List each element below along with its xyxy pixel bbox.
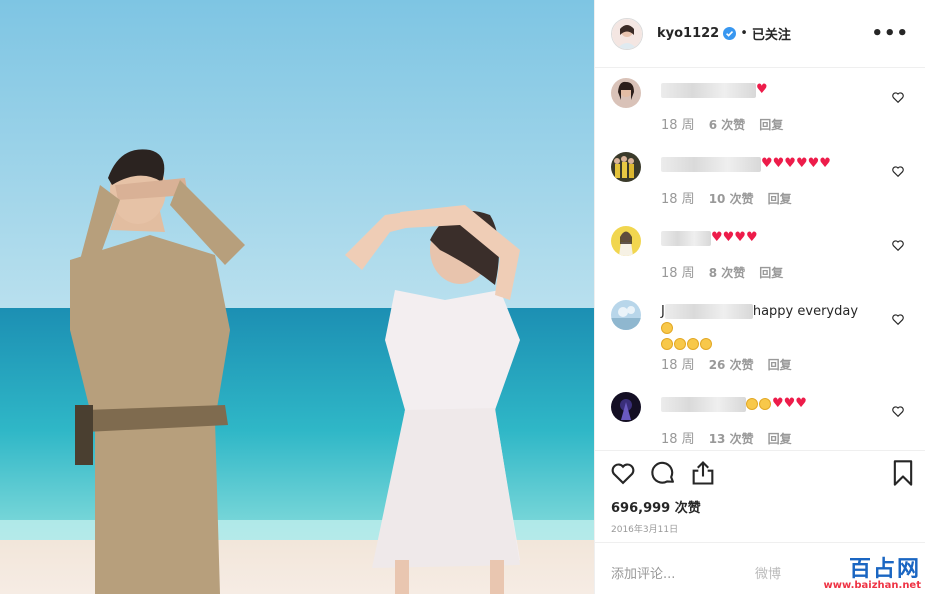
comment-likes[interactable]: 26 次赞 [709, 358, 754, 372]
site-watermark: 百占网 www.baizhan.net [824, 551, 922, 591]
post-actions: 696,999 次赞 2016年3月11日 [595, 450, 925, 543]
commenter-avatar[interactable] [611, 226, 641, 256]
comment-item: ♥♥♥ 18 周 13 次赞 回复 [611, 392, 909, 450]
comment-heart-icon[interactable] [891, 238, 905, 252]
share-icon[interactable] [689, 459, 717, 487]
comment-heart-icon[interactable] [891, 164, 905, 178]
commenter-avatar[interactable] [611, 392, 641, 422]
reply-button[interactable]: 回复 [768, 192, 792, 206]
watermark-site-name: 百占网 [848, 556, 921, 582]
comment-likes[interactable]: 8 次赞 [709, 266, 746, 280]
like-count[interactable]: 696,999 次赞 [611, 497, 701, 516]
comment-hearts: ♥♥♥♥♥♥ [761, 156, 831, 171]
reply-button[interactable]: 回复 [768, 358, 792, 372]
comments-list: ♥ 18 周6 次赞 回复 ♥♥♥♥♥♥ 18 周 10 次赞 回复 ♥♥♥♥ … [595, 68, 925, 450]
smile-emoji [661, 321, 673, 334]
comment-meta: 18 周 10 次赞 回复 [661, 188, 792, 207]
commenter-avatar[interactable] [611, 300, 641, 330]
comment-likes[interactable]: 10 次赞 [709, 192, 754, 206]
post-header: kyo1122 • 已关注 ••• [595, 0, 925, 68]
comment-meta: 18 周 8 次赞 回复 [661, 262, 783, 281]
reply-button[interactable]: 回复 [768, 432, 792, 446]
comment-time[interactable]: 18 周 [661, 266, 695, 281]
cry-emoji [759, 398, 771, 410]
beach-photo-illustration [0, 0, 594, 594]
blurred-username [661, 82, 756, 98]
comment-heart-icon[interactable] [891, 90, 905, 104]
comment-likes[interactable]: 6 次赞 [709, 118, 746, 132]
author-username[interactable]: kyo1122 [657, 26, 719, 41]
author-avatar[interactable] [611, 17, 643, 50]
verified-icon [723, 27, 737, 40]
smile-emoji [687, 337, 699, 350]
comment-time[interactable]: 18 周 [661, 192, 695, 207]
comment-heart-icon[interactable] [891, 312, 905, 326]
bookmark-icon[interactable] [889, 459, 917, 487]
comment-body: happy everyday [752, 304, 859, 319]
comment-heart-icon[interactable] [891, 404, 905, 418]
comment-likes[interactable]: 13 次赞 [709, 432, 754, 446]
comment-meta: 18 周 13 次赞 回复 [661, 428, 792, 447]
post-photo[interactable] [0, 0, 594, 594]
commenter-avatar[interactable] [611, 78, 641, 108]
comment-time[interactable]: 18 周 [661, 432, 695, 447]
blurred-username [664, 304, 753, 319]
cry-emoji [746, 398, 758, 410]
comment-hearts: ♥♥♥ [772, 396, 807, 411]
comment-text: Jhappy everyday [661, 304, 866, 352]
smile-emoji [661, 337, 673, 350]
comment-text: ♥♥♥♥ [661, 230, 866, 247]
comment-item: ♥♥♥♥♥♥ 18 周 10 次赞 回复 [611, 152, 909, 212]
blurred-username [661, 396, 746, 412]
comment-hearts: ♥♥♥♥ [711, 230, 758, 245]
blurred-username [661, 156, 761, 172]
weibo-watermark: 微博 [755, 567, 782, 582]
watermark-site-url: www.baizhan.net [823, 580, 922, 591]
smile-emoji [674, 337, 686, 350]
comment-time[interactable]: 18 周 [661, 118, 695, 133]
smile-emoji [700, 337, 712, 350]
comment-text: ♥♥♥ [661, 396, 866, 413]
comment-time[interactable]: 18 周 [661, 358, 695, 373]
blurred-username [661, 230, 711, 246]
reply-button[interactable]: 回复 [759, 118, 783, 132]
heart-icon[interactable] [609, 459, 637, 487]
comment-icon[interactable] [649, 459, 677, 487]
reply-button[interactable]: 回复 [759, 266, 783, 280]
comment-hearts: ♥ [756, 82, 768, 97]
more-icon[interactable]: ••• [871, 23, 909, 44]
comment-text: ♥♥♥♥♥♥ [661, 156, 866, 173]
separator-dot: • [740, 26, 748, 41]
follow-status-button[interactable]: 已关注 [752, 24, 791, 43]
comment-item: ♥ 18 周 6 次赞 回复 [611, 78, 909, 138]
commenter-avatar[interactable] [611, 152, 641, 182]
post-date: 2016年3月11日 [611, 525, 679, 535]
comment-meta: 18 周 6 次赞 回复 [661, 114, 783, 133]
comment-item: Jhappy everyday 18 周 26 次赞 回复 [611, 300, 909, 380]
add-comment-input[interactable]: 添加评论... [611, 563, 675, 582]
comment-meta: 18 周 26 次赞 回复 [661, 354, 792, 373]
comment-text: ♥ [661, 82, 866, 99]
add-comment-bar: 添加评论... 微博 百占网 www.baizhan.net [595, 542, 925, 595]
post-sidebar: kyo1122 • 已关注 ••• ♥ 18 周6 次赞 回复 ♥♥♥♥♥♥ 1… [594, 0, 925, 594]
comment-item: ♥♥♥♥ 18 周 8 次赞 回复 [611, 226, 909, 286]
